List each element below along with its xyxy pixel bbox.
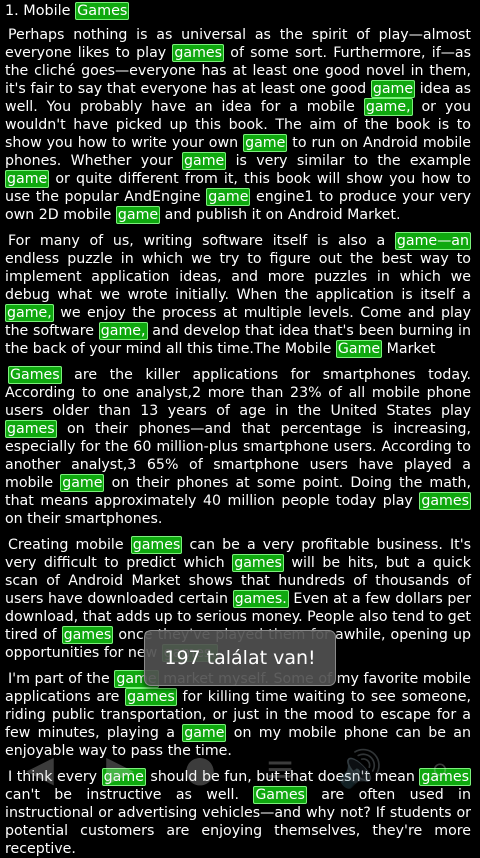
text-run: For many of us, writing software itself …: [8, 233, 395, 249]
text-run: are the killer applications for smartpho…: [5, 367, 471, 419]
text-run: on their smartphones.: [5, 511, 163, 527]
menu-icon[interactable]: ≡: [256, 745, 304, 793]
search-match-highlight: game,: [363, 98, 413, 116]
forward-arrow-icon[interactable]: ▶: [96, 745, 144, 793]
circle-icon[interactable]: ●: [176, 745, 224, 793]
search-match-highlight: games: [130, 536, 183, 554]
text-run: I'm part of the: [8, 671, 115, 687]
search-match-highlight: game: [370, 80, 416, 98]
paragraph: For many of us, writing software itself …: [5, 232, 471, 358]
paragraph: Games are the killer applications for sm…: [5, 366, 471, 528]
search-match-highlight: game: [243, 134, 288, 152]
search-match-highlight: Game: [335, 340, 383, 358]
chapter-title: 1. Mobile Games: [5, 2, 471, 20]
search-icon[interactable]: ⌕: [416, 745, 464, 793]
search-match-highlight: game: [5, 170, 50, 188]
search-match-highlight: game,: [5, 304, 54, 322]
book-text: Perhaps nothing is as universal as the s…: [5, 26, 471, 858]
reader-toolbar[interactable]: ◀ ▶ ● ≡ 🔊 ⌕: [0, 738, 480, 800]
search-match-highlight: games: [232, 554, 284, 572]
search-match-highlight: games: [61, 626, 114, 644]
text-run: Market: [382, 341, 436, 357]
search-match-highlight: games: [5, 420, 57, 438]
text-run: Creating mobile: [8, 537, 131, 553]
text-run: and publish it on Android Market.: [160, 207, 401, 223]
search-match-highlight: games: [172, 44, 225, 62]
text-run: is very similar to the example: [226, 153, 471, 169]
search-match-highlight: game—an: [394, 232, 471, 250]
toast-message: 197 találat van!: [164, 647, 316, 669]
text-run: endless puzzle in which we try to figure…: [5, 251, 471, 303]
search-match-highlight: games: [125, 688, 177, 706]
search-match-highlight: Games: [75, 2, 130, 20]
search-match-highlight: game,: [98, 322, 148, 340]
search-match-highlight: Games: [8, 366, 62, 384]
search-results-toast: 197 találat van!: [144, 630, 336, 686]
search-match-highlight: game: [206, 188, 251, 206]
paragraph: Perhaps nothing is as universal as the s…: [5, 26, 471, 224]
search-match-highlight: game: [115, 206, 161, 224]
text-run: 1. Mobile: [5, 3, 76, 19]
volume-icon[interactable]: 🔊: [336, 745, 384, 793]
back-arrow-icon[interactable]: ◀: [16, 745, 64, 793]
search-match-highlight: games.: [232, 590, 289, 608]
search-match-highlight: game: [182, 152, 227, 170]
search-match-highlight: games: [419, 492, 471, 510]
search-match-highlight: game: [60, 474, 105, 492]
